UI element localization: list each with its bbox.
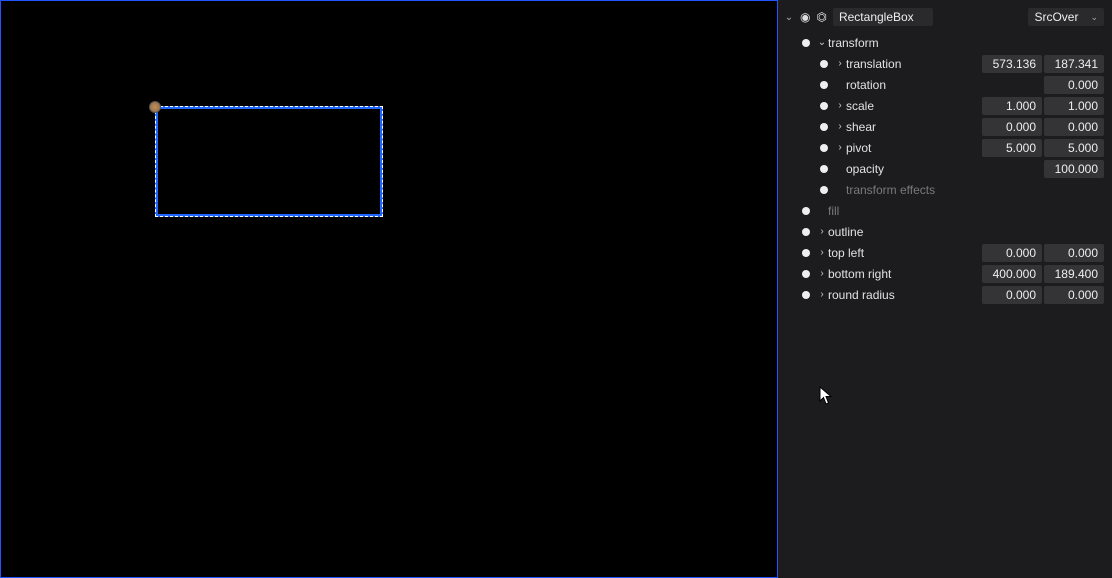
property-value[interactable]: 5.000 [982, 139, 1042, 157]
keyframe-dot[interactable] [820, 60, 828, 68]
keyframe-dot[interactable] [820, 165, 828, 173]
property-row: ›bottom right400.000189.400 [778, 263, 1112, 284]
property-label: scale [846, 99, 980, 113]
inspector-panel: ⌄ ◉ ⏣ RectangleBox SrcOver ⌄ ⌄transform›… [777, 0, 1112, 578]
property-row: ›scale1.0001.000 [778, 95, 1112, 116]
property-value[interactable]: 0.000 [982, 118, 1042, 136]
expand-icon[interactable]: › [816, 226, 828, 237]
collapse-icon[interactable]: ⌄ [784, 12, 794, 23]
property-row: ›outline [778, 221, 1112, 242]
keyframe-dot[interactable] [802, 207, 810, 215]
property-row: ›pivot5.0005.000 [778, 137, 1112, 158]
property-label: fill [828, 204, 1104, 218]
property-label: opacity [846, 162, 980, 176]
keyframe-dot[interactable] [820, 144, 828, 152]
expand-icon[interactable]: › [834, 121, 846, 132]
property-value[interactable]: 0.000 [982, 286, 1042, 304]
property-label: bottom right [828, 267, 980, 281]
property-row: ›translation573.136187.341 [778, 53, 1112, 74]
property-row: transform effects [778, 179, 1112, 200]
keyframe-dot[interactable] [820, 81, 828, 89]
expand-icon[interactable]: › [816, 268, 828, 279]
property-label: rotation [846, 78, 980, 92]
property-value[interactable]: 0.000 [982, 244, 1042, 262]
keyframe-dot[interactable] [820, 102, 828, 110]
property-value[interactable]: 0.000 [1044, 244, 1104, 262]
property-label: shear [846, 120, 980, 134]
keyframe-dot[interactable] [820, 123, 828, 131]
property-value[interactable]: 1.000 [1044, 97, 1104, 115]
property-row: fill [778, 200, 1112, 221]
inspector-header: ⌄ ◉ ⏣ RectangleBox SrcOver ⌄ [778, 6, 1112, 32]
property-value[interactable]: 5.000 [1044, 139, 1104, 157]
blend-mode-value: SrcOver [1034, 10, 1078, 24]
property-value[interactable]: 400.000 [982, 265, 1042, 283]
property-value[interactable]: 187.341 [1044, 55, 1104, 73]
property-value[interactable]: 573.136 [982, 55, 1042, 73]
property-row: rotation 0.000 [778, 74, 1112, 95]
expand-icon[interactable]: › [816, 289, 828, 300]
keyframe-dot[interactable] [820, 186, 828, 194]
property-value[interactable]: 1.000 [982, 97, 1042, 115]
blend-mode-dropdown[interactable]: SrcOver ⌄ [1028, 8, 1104, 26]
keyframe-dot[interactable] [802, 39, 810, 47]
property-label: top left [828, 246, 980, 260]
expand-icon[interactable]: ⌄ [816, 37, 828, 48]
property-label: outline [828, 225, 1104, 239]
property-value[interactable]: 0.000 [1044, 76, 1104, 94]
property-label: translation [846, 57, 980, 71]
lock-icon[interactable]: ⏣ [816, 10, 826, 24]
keyframe-dot[interactable] [802, 228, 810, 236]
property-row: ⌄transform [778, 32, 1112, 53]
property-row: ›round radius0.0000.000 [778, 284, 1112, 305]
keyframe-dot[interactable] [802, 249, 810, 257]
property-label: transform effects [846, 183, 1104, 197]
property-label: round radius [828, 288, 980, 302]
expand-icon[interactable]: › [834, 100, 846, 111]
canvas-viewport[interactable] [0, 0, 777, 578]
pivot-handle[interactable] [149, 101, 161, 113]
expand-icon[interactable]: › [834, 142, 846, 153]
chevron-down-icon: ⌄ [1090, 12, 1098, 23]
property-value[interactable]: 0.000 [1044, 286, 1104, 304]
property-label: transform [828, 36, 1104, 50]
property-row: ›top left0.0000.000 [778, 242, 1112, 263]
rectangle-box-shape[interactable] [155, 106, 383, 217]
keyframe-dot[interactable] [802, 270, 810, 278]
property-list: ⌄transform›translation573.136187.341rota… [778, 32, 1112, 305]
property-value[interactable]: 189.400 [1044, 265, 1104, 283]
property-value[interactable]: 100.000 [1044, 160, 1104, 178]
expand-icon[interactable]: › [816, 247, 828, 258]
visibility-icon[interactable]: ◉ [800, 10, 810, 24]
property-row: ›shear0.0000.000 [778, 116, 1112, 137]
keyframe-dot[interactable] [802, 291, 810, 299]
expand-icon[interactable]: › [834, 58, 846, 69]
property-value[interactable]: 0.000 [1044, 118, 1104, 136]
property-label: pivot [846, 141, 980, 155]
object-name-field[interactable]: RectangleBox [833, 8, 933, 26]
property-row: opacity 100.000 [778, 158, 1112, 179]
